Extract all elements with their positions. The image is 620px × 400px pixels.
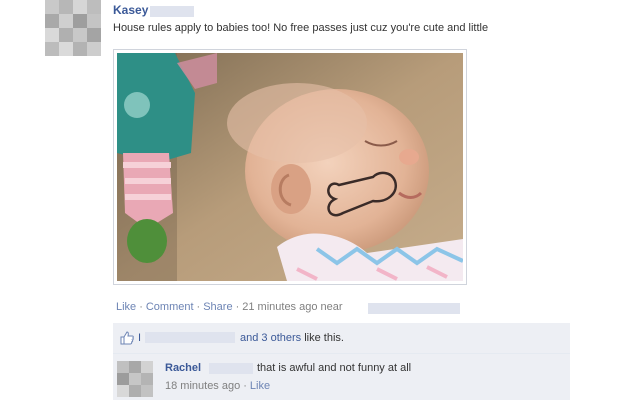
- post-photo[interactable]: [113, 49, 467, 285]
- others-link[interactable]: and 3 others: [240, 332, 301, 344]
- redacted-liker: [145, 332, 235, 343]
- commenter-avatar[interactable]: [117, 361, 153, 397]
- separator: ·: [243, 380, 247, 392]
- separator: ·: [196, 301, 201, 313]
- comment-timestamp[interactable]: 18 minutes ago: [165, 380, 240, 392]
- timestamp[interactable]: 21 minutes ago near: [242, 301, 342, 313]
- redacted-commenter-surname: [209, 363, 253, 374]
- share-link[interactable]: Share: [203, 301, 232, 313]
- likes-count-line: and 3 others like this.: [240, 332, 344, 344]
- post-actions: Like · Comment · Share · 21 minutes ago near: [116, 301, 343, 313]
- comment-like-link[interactable]: Like: [250, 380, 270, 392]
- status-text: House rules apply to babies too! No free…: [113, 22, 489, 34]
- comment-meta: 18 minutes ago · Like: [165, 380, 270, 392]
- comment-link[interactable]: Comment: [146, 301, 194, 313]
- commenter-name[interactable]: Rachel: [165, 362, 201, 374]
- redacted-surname: [150, 6, 194, 17]
- likes-box: I and 3 others like this.: [113, 323, 570, 354]
- baby-photo: [117, 53, 463, 281]
- comment-text: that is awful and not funny at all: [257, 362, 412, 374]
- poster-name[interactable]: Kasey: [113, 3, 148, 17]
- thumbs-up-icon: [120, 331, 134, 345]
- separator: ·: [139, 301, 143, 313]
- poster-avatar[interactable]: [45, 0, 101, 56]
- likes-summary: I: [138, 332, 141, 344]
- redacted-location: [368, 303, 460, 314]
- separator: ·: [235, 301, 240, 313]
- baby-photo-illustration: [117, 53, 463, 281]
- comment: Rachel that is awful and not funny at al…: [113, 354, 570, 400]
- like-link[interactable]: Like: [116, 301, 136, 313]
- likes-suffix: like this.: [304, 332, 344, 344]
- liker-name[interactable]: I: [138, 332, 141, 344]
